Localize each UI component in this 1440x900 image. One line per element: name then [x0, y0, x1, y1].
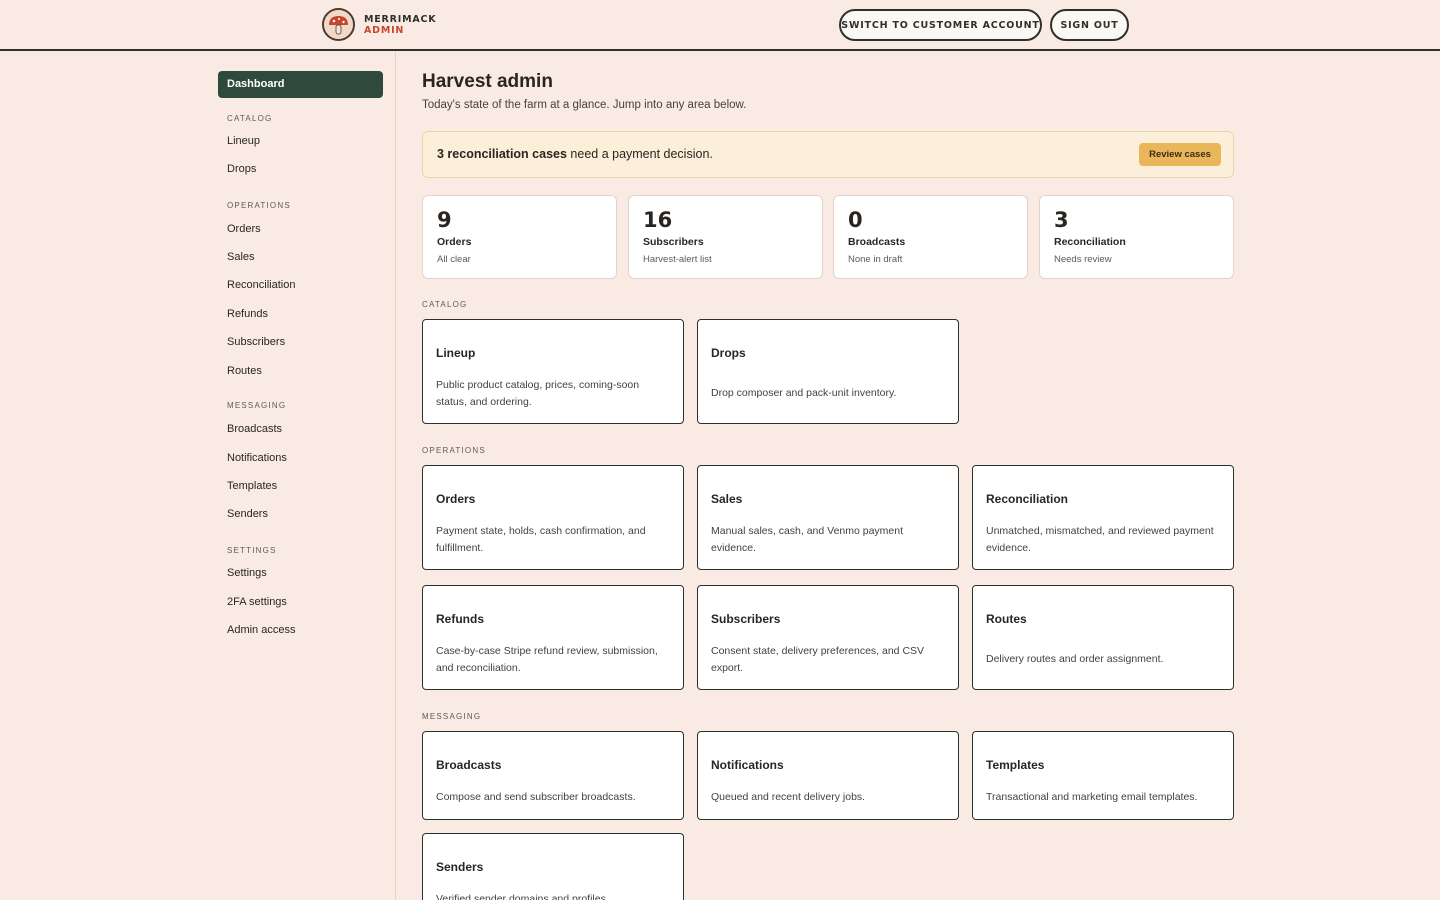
brand[interactable]: MERRIMACK ADMIN [322, 8, 436, 41]
card-notifications[interactable]: Notifications Queued and recent delivery… [697, 731, 959, 820]
alert-rest: need a payment decision. [566, 147, 713, 161]
alert-count: 3 reconciliation cases [437, 147, 567, 161]
card-title: Reconciliation [986, 492, 1069, 506]
section-label-operations: OPERATIONS [422, 446, 486, 455]
sidebar-item-templates[interactable]: Templates [227, 480, 277, 492]
card-orders[interactable]: Orders Payment state, holds, cash confir… [422, 465, 684, 570]
card-title: Notifications [711, 758, 784, 772]
stat-value: 3 [1054, 208, 1069, 232]
stat-note: Needs review [1054, 254, 1112, 265]
stat-label: Reconciliation [1054, 236, 1126, 248]
sidebar-item-2fa-settings[interactable]: 2FA settings [227, 596, 287, 608]
stat-value: 16 [643, 208, 673, 232]
card-description: Verified sender domains and profiles. [436, 893, 609, 900]
card-title: Broadcasts [436, 758, 502, 772]
sidebar-item-routes[interactable]: Routes [227, 365, 262, 377]
card-title: Refunds [436, 612, 484, 626]
stat-value: 9 [437, 208, 452, 232]
card-drops[interactable]: Drops Drop composer and pack-unit invent… [697, 319, 959, 424]
sidebar-item-reconciliation[interactable]: Reconciliation [227, 279, 295, 291]
sidebar-item-broadcasts[interactable]: Broadcasts [227, 423, 282, 435]
card-description: Unmatched, mismatched, and reviewed paym… [986, 525, 1214, 554]
stat-note: All clear [437, 254, 471, 265]
sidebar-section-messaging: MESSAGING [227, 401, 287, 410]
page-title: Harvest admin [422, 71, 553, 92]
stat-label: Broadcasts [848, 236, 906, 248]
card-broadcasts[interactable]: Broadcasts Compose and send subscriber b… [422, 731, 684, 820]
card-description: Compose and send subscriber broadcasts. [436, 791, 636, 803]
card-description: Case-by-case Stripe refund review, submi… [436, 645, 658, 674]
card-routes[interactable]: Routes Delivery routes and order assignm… [972, 585, 1234, 690]
stat-card-subscribers[interactable]: 16 Subscribers Harvest-alert list [628, 195, 823, 279]
stat-note: None in draft [848, 254, 903, 265]
sidebar-item-senders[interactable]: Senders [227, 508, 268, 520]
card-templates[interactable]: Templates Transactional and marketing em… [972, 731, 1234, 820]
sidebar-item-settings[interactable]: Settings [227, 567, 267, 579]
card-title: Routes [986, 612, 1027, 626]
stat-label: Orders [437, 236, 472, 248]
sign-out-button[interactable]: SIGN OUT [1050, 9, 1129, 41]
review-cases-button[interactable]: Review cases [1139, 143, 1221, 166]
card-description: Delivery routes and order assignment. [986, 653, 1164, 665]
sidebar-section-settings: SETTINGS [227, 546, 277, 555]
card-subscribers[interactable]: Subscribers Consent state, delivery pref… [697, 585, 959, 690]
card-description: Transactional and marketing email templa… [986, 791, 1198, 803]
stat-value: 0 [848, 208, 863, 232]
sidebar-section-catalog: CATALOG [227, 114, 273, 123]
switch-to-customer-button[interactable]: SWITCH TO CUSTOMER ACCOUNT [839, 9, 1042, 41]
sidebar-item-lineup[interactable]: Lineup [227, 135, 260, 147]
card-reconciliation[interactable]: Reconciliation Unmatched, mismatched, an… [972, 465, 1234, 570]
card-title: Lineup [436, 346, 476, 360]
card-title: Templates [986, 758, 1045, 772]
card-description: Public product catalog, prices, coming-s… [436, 379, 640, 408]
mushroom-icon [322, 8, 355, 41]
reconciliation-alert: 3 reconciliation cases need a payment de… [422, 131, 1234, 178]
card-senders[interactable]: Senders Verified sender domains and prof… [422, 833, 684, 900]
sidebar-item-notifications[interactable]: Notifications [227, 452, 287, 464]
stat-card-reconciliation[interactable]: 3 Reconciliation Needs review [1039, 195, 1234, 279]
card-title: Drops [711, 346, 746, 360]
card-description: Drop composer and pack-unit inventory. [711, 387, 897, 399]
brand-subtitle: ADMIN [364, 24, 405, 36]
sidebar-item-dashboard[interactable]: Dashboard [218, 71, 383, 98]
sidebar: Dashboard CATALOG Lineup Drops OPERATION… [0, 51, 396, 900]
card-description: Payment state, holds, cash confirmation,… [436, 525, 646, 554]
alert-message: 3 reconciliation cases need a payment de… [437, 147, 713, 161]
card-description: Manual sales, cash, and Venmo payment ev… [711, 525, 904, 554]
card-title: Subscribers [711, 612, 781, 626]
section-label-catalog: CATALOG [422, 300, 468, 309]
card-lineup[interactable]: Lineup Public product catalog, prices, c… [422, 319, 684, 424]
card-title: Senders [436, 860, 484, 874]
sidebar-item-drops[interactable]: Drops [227, 163, 256, 175]
sidebar-item-subscribers[interactable]: Subscribers [227, 336, 285, 348]
sidebar-item-refunds[interactable]: Refunds [227, 308, 268, 320]
sidebar-item-sales[interactable]: Sales [227, 251, 255, 263]
page-subtitle: Today's state of the farm at a glance. J… [422, 99, 747, 111]
top-bar: MERRIMACK ADMIN SWITCH TO CUSTOMER ACCOU… [0, 0, 1440, 51]
card-title: Orders [436, 492, 476, 506]
card-description: Consent state, delivery preferences, and… [711, 645, 925, 674]
card-description: Queued and recent delivery jobs. [711, 791, 866, 803]
card-title: Sales [711, 492, 743, 506]
brand-name: MERRIMACK [364, 13, 437, 25]
stat-card-orders[interactable]: 9 Orders All clear [422, 195, 617, 279]
section-label-messaging: MESSAGING [422, 712, 482, 721]
stat-note: Harvest-alert list [643, 254, 712, 265]
card-refunds[interactable]: Refunds Case-by-case Stripe refund revie… [422, 585, 684, 690]
sidebar-item-orders[interactable]: Orders [227, 223, 261, 235]
sidebar-section-operations: OPERATIONS [227, 201, 291, 210]
sidebar-item-admin-access[interactable]: Admin access [227, 624, 295, 636]
stat-label: Subscribers [643, 236, 704, 248]
stat-card-broadcasts[interactable]: 0 Broadcasts None in draft [833, 195, 1028, 279]
card-sales[interactable]: Sales Manual sales, cash, and Venmo paym… [697, 465, 959, 570]
